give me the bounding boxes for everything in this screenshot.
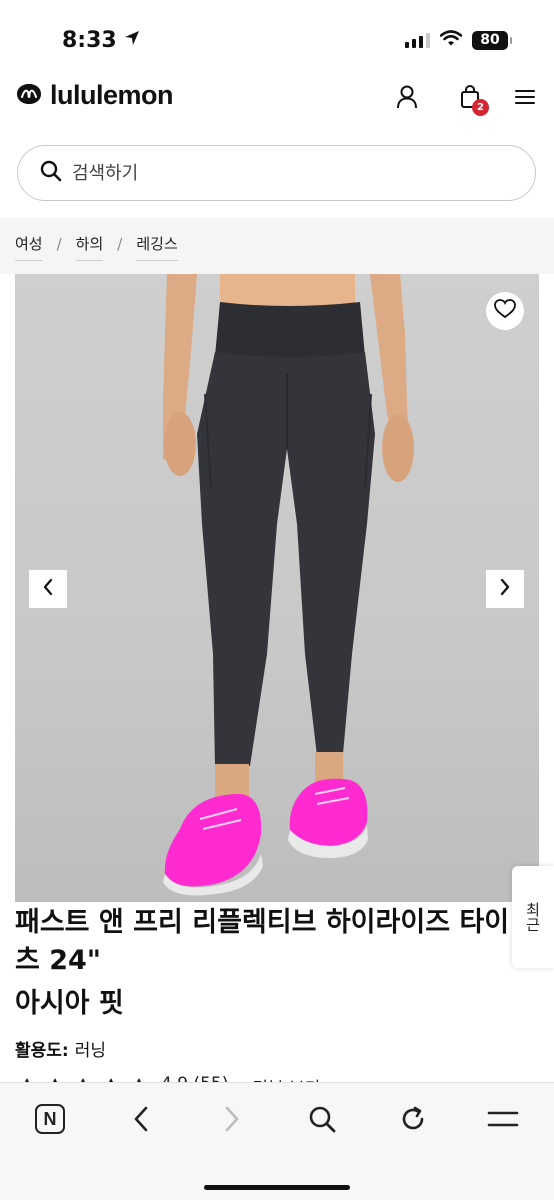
breadcrumb-separator: / [117, 235, 123, 253]
breadcrumb-separator: / [56, 235, 62, 253]
breadcrumb-item-women[interactable]: 여성 [15, 233, 43, 261]
breadcrumb-item-bottoms[interactable]: 하의 [75, 233, 104, 261]
site-header: lululemon 2 [0, 74, 554, 120]
search-input[interactable] [72, 162, 492, 184]
next-image-button[interactable] [486, 570, 524, 608]
breadcrumb: 여성 / 하의 / 레깅스 [15, 233, 178, 261]
refresh-icon[interactable] [395, 1101, 431, 1137]
status-bar: 8:33 80 [0, 0, 554, 80]
search-bar[interactable] [17, 145, 536, 201]
search-icon[interactable] [304, 1101, 340, 1137]
chevron-right-icon [499, 578, 511, 600]
product-title: 패스트 앤 프리 리플렉티브 하이라이즈 타이츠 24" [15, 907, 510, 976]
activity-label: 활용도: [15, 1041, 69, 1061]
status-time-text: 8:33 [62, 28, 117, 53]
n-icon[interactable]: N [32, 1101, 68, 1137]
battery-icon: 80 [472, 30, 512, 50]
search-icon [40, 160, 62, 186]
product-activity: 활용도: 러닝 [15, 1036, 106, 1061]
back-icon[interactable] [123, 1101, 159, 1137]
menu-icon[interactable] [510, 82, 540, 112]
breadcrumb-item-leggings[interactable]: 레깅스 [136, 233, 178, 261]
forward-icon[interactable] [214, 1101, 250, 1137]
recent-items-tab-label: 최근 [523, 902, 542, 932]
cart-icon[interactable]: 2 [455, 82, 489, 116]
location-arrow-icon [123, 28, 141, 53]
browser-toolbar: N [0, 1082, 554, 1200]
signal-icon [405, 32, 430, 48]
activity-value: 러닝 [74, 1041, 106, 1061]
favorite-button[interactable] [486, 292, 524, 330]
previous-image-button[interactable] [29, 570, 67, 608]
heart-icon [494, 299, 516, 323]
hamburger-icon[interactable] [485, 1101, 521, 1137]
cart-count-badge: 2 [472, 99, 489, 116]
brand-logo[interactable]: lululemon [16, 80, 174, 111]
recent-items-tab[interactable]: 최근 [512, 866, 554, 968]
battery-level: 80 [480, 32, 500, 48]
account-icon[interactable] [392, 82, 422, 112]
status-indicators: 80 [405, 30, 512, 50]
home-indicator [204, 1185, 350, 1190]
lululemon-logo-icon [16, 83, 42, 109]
wifi-icon [439, 30, 463, 50]
chevron-left-icon [42, 578, 54, 600]
product-image[interactable] [15, 274, 539, 902]
brand-name: lululemon [50, 80, 174, 110]
product-fit: 아시아 핏 [15, 988, 124, 1019]
status-time: 8:33 [62, 28, 141, 53]
